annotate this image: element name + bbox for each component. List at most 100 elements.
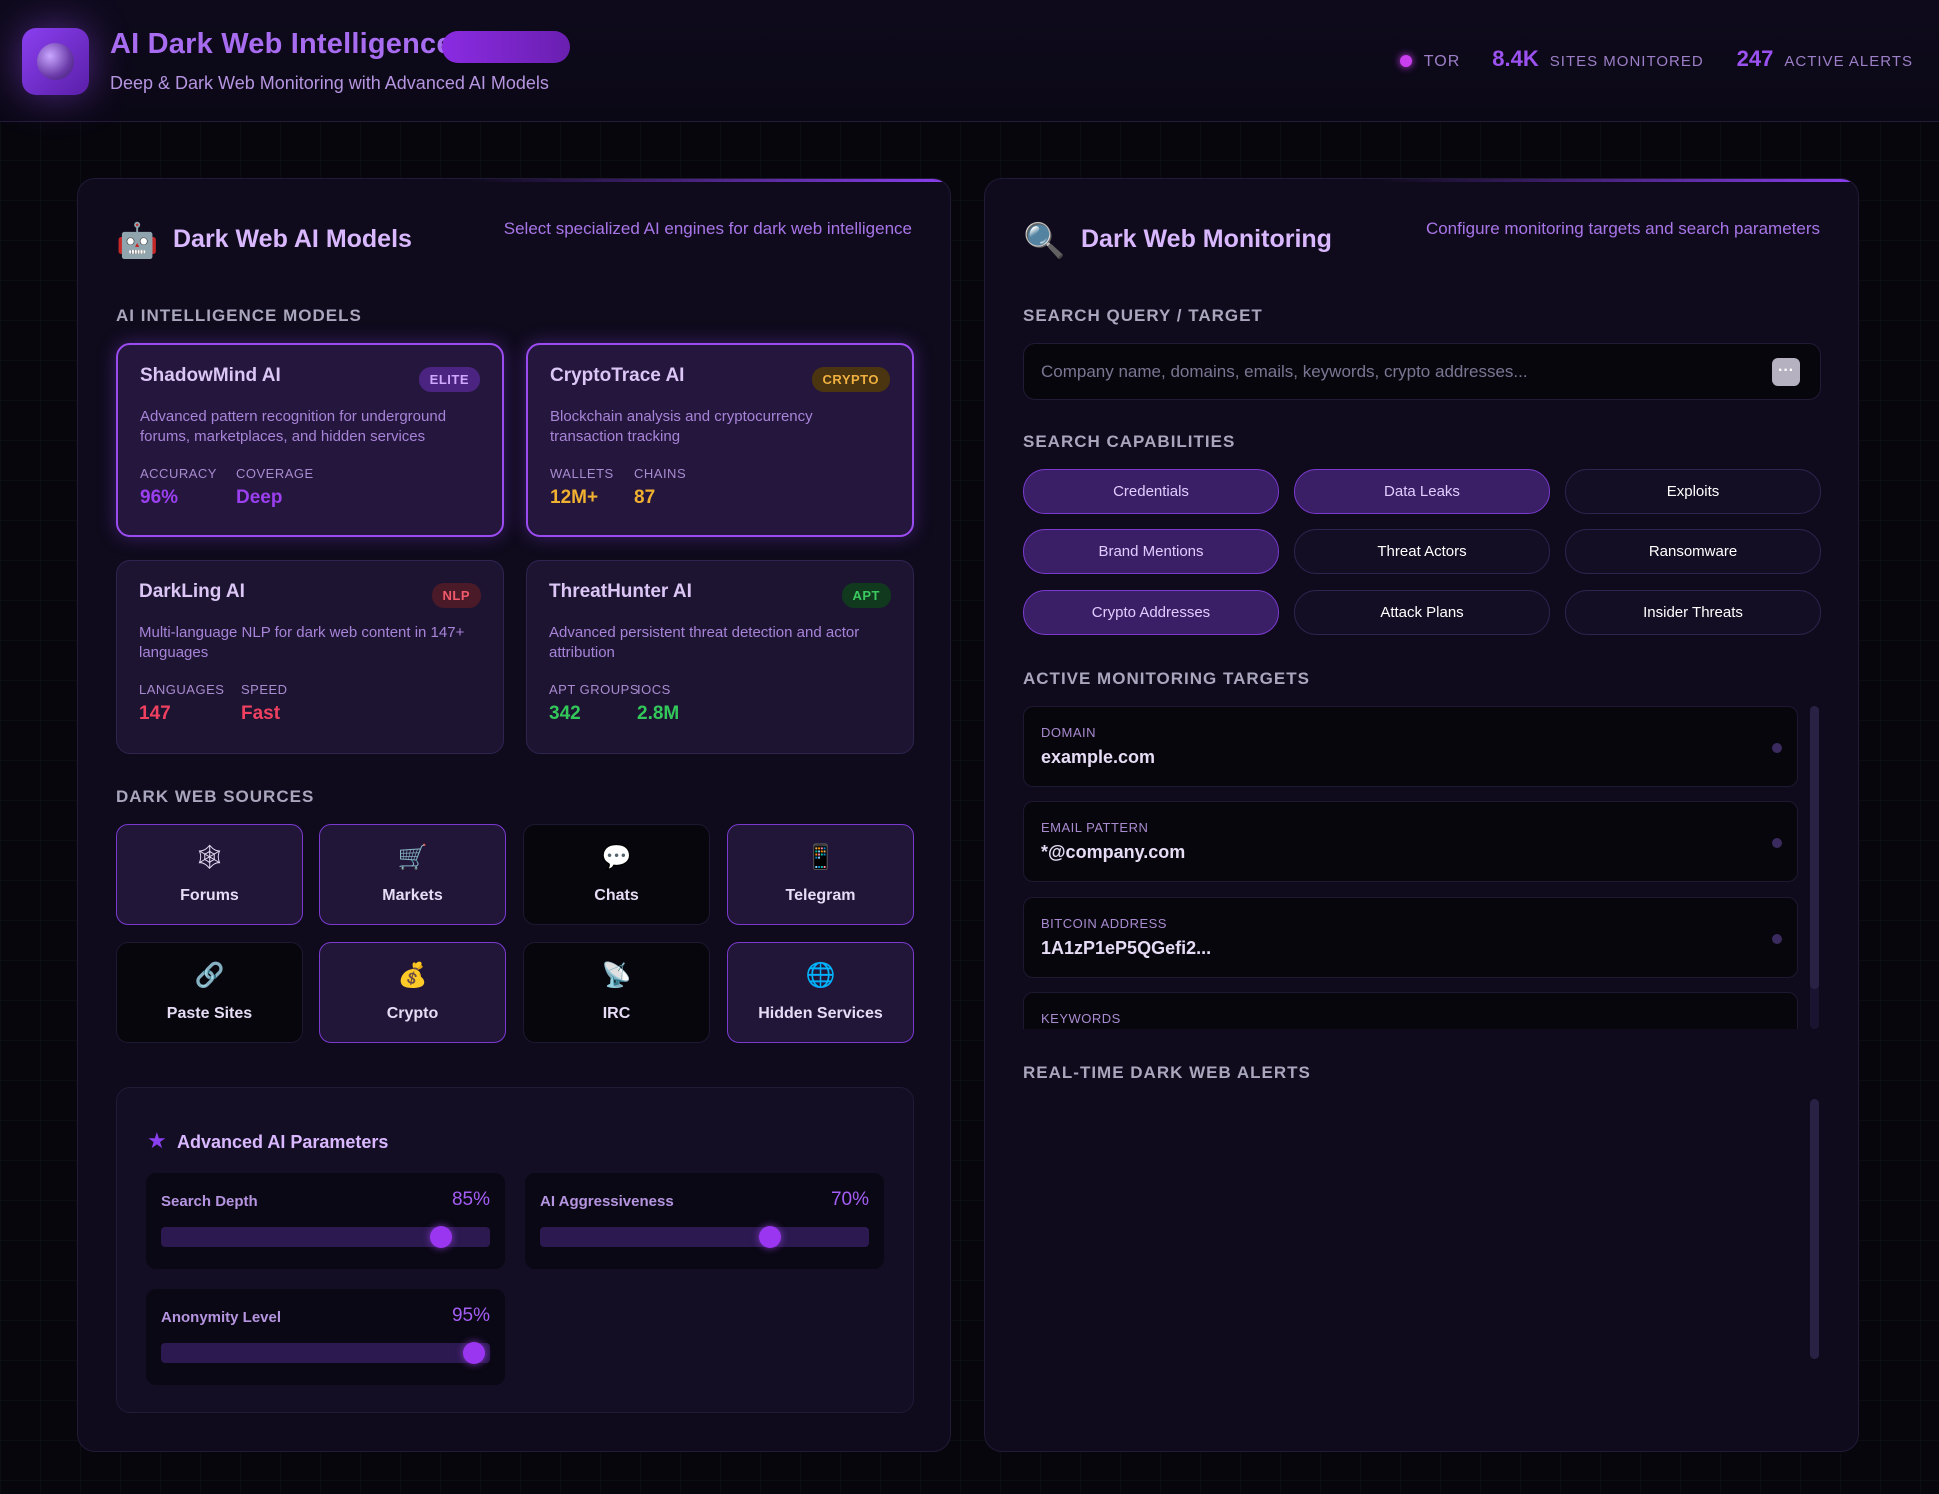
spider-web-icon: 🕸	[194, 844, 225, 871]
panel-description: Select specialized AI engines for dark w…	[503, 219, 912, 238]
globe-icon: 🌐	[805, 962, 836, 989]
capability-exploits[interactable]: Exploits	[1565, 469, 1821, 514]
metric-label: COVERAGE	[236, 466, 314, 481]
slider-thumb[interactable]	[759, 1226, 782, 1248]
alerts-scroll-thumb[interactable]	[1810, 1099, 1819, 1359]
slider-label: AI Aggressiveness	[540, 1193, 674, 1210]
source-markets[interactable]: 🛒 Markets	[319, 824, 506, 925]
star-icon: ★	[147, 1128, 167, 1153]
model-description: Advanced persistent threat detection and…	[549, 624, 860, 661]
model-badge: NLP	[431, 583, 481, 608]
slider-thumb[interactable]	[462, 1342, 485, 1364]
chat-bubble-icon: 💬	[601, 844, 632, 871]
source-telegram[interactable]: 📱 Telegram	[727, 824, 914, 925]
models-section-label: AI INTELLIGENCE MODELS	[116, 306, 362, 325]
header-stats: TOR 8.4K SITES MONITORED 247 ACTIVE ALER…	[1399, 46, 1913, 72]
panel-description: Configure monitoring targets and search …	[1425, 219, 1820, 238]
slider-track[interactable]	[161, 1342, 490, 1364]
sources-section-label: DARK WEB SOURCES	[116, 787, 315, 806]
slider-anonymity-level: Anonymity Level 95%	[146, 1289, 505, 1385]
target-item[interactable]: KEYWORDS	[1023, 992, 1798, 1029]
sites-monitored-label: SITES MONITORED	[1549, 53, 1704, 70]
source-label: Forums	[180, 887, 239, 904]
active-alerts-label: ACTIVE ALERTS	[1784, 53, 1913, 70]
target-item[interactable]: DOMAIN example.com	[1023, 706, 1798, 787]
model-badge: ELITE	[418, 367, 480, 392]
magnifier-icon: 🔍	[1023, 222, 1066, 260]
metric-label: CHAINS	[634, 466, 687, 481]
slider-value: 70%	[830, 1189, 869, 1210]
target-value: *@company.com	[1041, 842, 1186, 862]
target-type: KEYWORDS	[1041, 1011, 1121, 1026]
metric-label: WALLETS	[550, 466, 614, 481]
search-options-button[interactable]: ···	[1772, 358, 1800, 386]
panel-title: Dark Web Monitoring	[1081, 225, 1332, 253]
panel-title: Dark Web AI Models	[173, 225, 412, 253]
model-card-threathunter[interactable]: ThreatHunter AI APT Advanced persistent …	[526, 560, 914, 754]
tor-status-label: TOR	[1423, 53, 1461, 70]
source-label: Hidden Services	[758, 1005, 883, 1022]
slider-track[interactable]	[540, 1226, 869, 1248]
slider-value: 85%	[451, 1189, 490, 1210]
capability-attack-plans[interactable]: Attack Plans	[1294, 590, 1550, 635]
model-card-darkling[interactable]: DarkLing AI NLP Multi-language NLP for d…	[116, 560, 504, 754]
robot-icon: 🤖	[116, 222, 159, 260]
slider-thumb[interactable]	[429, 1226, 452, 1248]
target-item[interactable]: BITCOIN ADDRESS 1A1zP1eP5QGefi2...	[1023, 897, 1798, 978]
metric-value: Fast	[241, 703, 281, 724]
parameters-title: Advanced AI Parameters	[177, 1132, 389, 1152]
targets-scrollbar[interactable]	[1810, 706, 1819, 1029]
capability-threat-actors[interactable]: Threat Actors	[1294, 529, 1550, 574]
alerts-scrollbar[interactable]	[1810, 1099, 1819, 1359]
source-forums[interactable]: 🕸 Forums	[116, 824, 303, 925]
slider-track[interactable]	[161, 1226, 490, 1248]
metric-value: Deep	[236, 487, 283, 508]
capability-brand-mentions[interactable]: Brand Mentions	[1023, 529, 1279, 574]
source-irc[interactable]: 📡 IRC	[523, 942, 710, 1043]
target-status-dot	[1772, 838, 1782, 848]
capability-ransomware[interactable]: Ransomware	[1565, 529, 1821, 574]
model-metric: ACCURACY 96%	[140, 466, 217, 509]
model-description: Blockchain analysis and cryptocurrency t…	[550, 408, 813, 445]
target-item[interactable]: EMAIL PATTERN *@company.com	[1023, 801, 1798, 882]
source-chats[interactable]: 💬 Chats	[523, 824, 710, 925]
model-metric: WALLETS 12M+	[550, 466, 614, 509]
metric-value: 147	[139, 703, 171, 724]
app-subtitle: Deep & Dark Web Monitoring with Advanced…	[110, 73, 549, 93]
title-decoration-pill	[442, 31, 570, 63]
globe-icon	[37, 43, 74, 80]
mobile-phone-icon: 📱	[805, 844, 836, 871]
source-paste-sites[interactable]: 🔗 Paste Sites	[116, 942, 303, 1043]
slider-label: Anonymity Level	[161, 1309, 282, 1326]
sites-monitored-count: 8.4K	[1492, 46, 1539, 71]
slider-ai-aggressiveness: AI Aggressiveness 70%	[525, 1173, 884, 1269]
source-hidden-services[interactable]: 🌐 Hidden Services	[727, 942, 914, 1043]
model-name: ThreatHunter AI	[549, 581, 692, 602]
capability-data-leaks[interactable]: Data Leaks	[1294, 469, 1550, 514]
slider-value: 95%	[451, 1305, 490, 1326]
source-label: IRC	[602, 1005, 631, 1022]
metric-label: APT GROUPS	[549, 682, 640, 697]
model-card-cryptotrace[interactable]: CryptoTrace AI CRYPTO Blockchain analysi…	[526, 343, 914, 537]
target-type: BITCOIN ADDRESS	[1041, 916, 1167, 931]
money-bag-icon: 💰	[397, 962, 428, 989]
metric-label: ACCURACY	[140, 466, 217, 481]
target-type: DOMAIN	[1041, 725, 1096, 740]
source-label: Telegram	[785, 887, 856, 904]
model-badge: CRYPTO	[811, 367, 890, 392]
model-metric: COVERAGE Deep	[236, 466, 314, 509]
model-metric: IOCS 2.8M	[637, 682, 679, 725]
model-card-shadowmind[interactable]: ShadowMind AI ELITE Advanced pattern rec…	[116, 343, 504, 537]
capability-crypto-addresses[interactable]: Crypto Addresses	[1023, 590, 1279, 635]
capability-credentials[interactable]: Credentials	[1023, 469, 1279, 514]
app-logo	[22, 28, 89, 95]
metric-label: IOCS	[637, 682, 671, 697]
source-label: Markets	[382, 887, 443, 904]
source-crypto[interactable]: 💰 Crypto	[319, 942, 506, 1043]
search-input[interactable]	[1041, 358, 1741, 386]
targets-scroll-thumb[interactable]	[1810, 706, 1819, 989]
source-label: Paste Sites	[166, 1005, 253, 1022]
metric-value: 2.8M	[637, 703, 680, 724]
capability-insider-threats[interactable]: Insider Threats	[1565, 590, 1821, 635]
metric-label: LANGUAGES	[139, 682, 225, 697]
